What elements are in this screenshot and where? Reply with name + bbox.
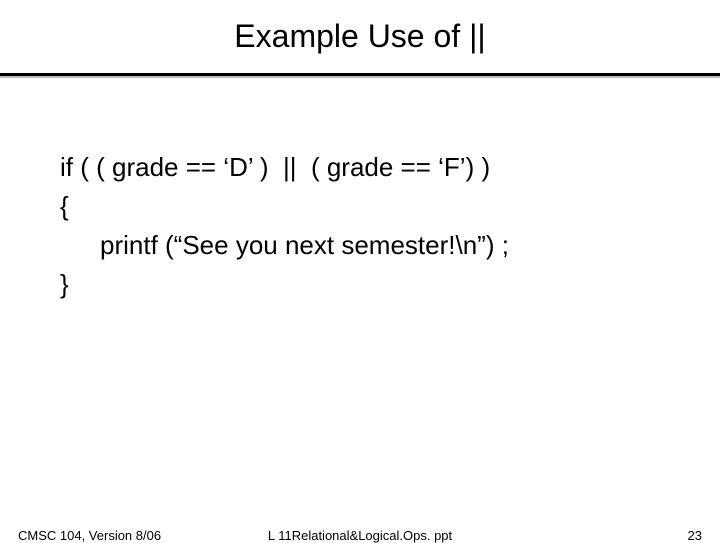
footer-page-number: 23 xyxy=(688,528,702,543)
code-line-2: { xyxy=(60,187,700,226)
slide-container: Example Use of || if ( ( grade == ‘D’ ) … xyxy=(0,0,720,540)
slide-body: if ( ( grade == ‘D’ ) || ( grade == ‘F’)… xyxy=(0,78,720,304)
slide-title: Example Use of || xyxy=(0,0,720,73)
code-line-4: } xyxy=(60,265,700,304)
footer-center: L 11Relational&Logical.Ops. ppt xyxy=(268,528,452,543)
code-line-1: if ( ( grade == ‘D’ ) || ( grade == ‘F’)… xyxy=(60,148,700,187)
code-line-3: printf (“See you next semester!\n”) ; xyxy=(60,226,700,265)
footer-left: CMSC 104, Version 8/06 xyxy=(18,528,161,543)
